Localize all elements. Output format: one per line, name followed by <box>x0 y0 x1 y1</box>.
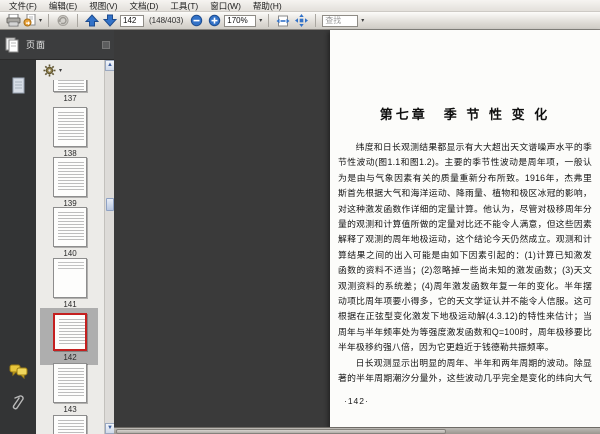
previous-page-button[interactable] <box>84 13 100 29</box>
toolbar-separator <box>315 14 317 27</box>
thumbnail-page-138[interactable]: 138 <box>36 107 104 158</box>
printed-page-number: ·142· <box>344 396 369 406</box>
toolbar-separator <box>77 14 79 27</box>
toolbar: ▾ 142 (148/403) 170% ▾ 查找 ▾ <box>0 12 600 30</box>
arrow-down-icon <box>103 14 118 27</box>
thumbnail-page-143[interactable]: 143 <box>36 363 104 414</box>
find-input[interactable] <box>322 14 359 27</box>
thumbnail-page-142-selected[interactable]: 142 <box>36 308 104 365</box>
document-page[interactable]: 第七章 季 节 性 变 化 纬度和日长观测结果都显示有大大超出天文谱噪声水平的季… <box>330 30 600 427</box>
zoom-in-button[interactable] <box>206 13 222 29</box>
thumbnail-label: 137 <box>63 94 77 103</box>
menu-view[interactable]: 视图(V) <box>83 0 123 12</box>
scroll-up-arrow-icon[interactable]: ▲ <box>105 60 114 71</box>
horizontal-scrollbar[interactable] <box>114 427 600 434</box>
chapter-title: 第七章 季 节 性 变 化 <box>379 107 551 122</box>
find-dropdown-caret-icon[interactable]: ▾ <box>361 17 364 24</box>
print-button[interactable] <box>5 13 21 29</box>
page-number-input[interactable] <box>120 14 145 27</box>
sidebar-tab-pages[interactable] <box>6 74 30 96</box>
menu-window[interactable]: 窗口(W) <box>204 0 247 12</box>
paragraph: 日长观测显示出明显的周年、半年和两年周期的波动。除显著的半年周期潮汐分量外，这些… <box>338 357 592 384</box>
thumbnail-label: 143 <box>63 405 77 414</box>
scrollbar-thumb[interactable] <box>106 198 114 211</box>
page-position-label: (148/403) <box>149 16 184 25</box>
thumbnail-image <box>53 258 87 298</box>
thumbnail-image <box>53 415 87 434</box>
thumbnail-options-row: ▾ <box>36 60 104 80</box>
zoom-level-box[interactable]: 170% <box>224 14 257 27</box>
thumbnail-image <box>53 157 87 197</box>
thumbnail-label: 142 <box>63 353 77 362</box>
paperclip-icon <box>11 394 25 412</box>
pages-panel-title: 页面 <box>26 40 47 50</box>
sidebar-panel-header: 页面 <box>0 30 114 60</box>
document-viewer: 第七章 季 节 性 变 化 纬度和日长观测结果都显示有大大超出天文谱噪声水平的季… <box>114 30 600 434</box>
page-body-text: 纬度和日长观测结果都显示有大大超出天文谱噪声水平的季节性波动(图1.1和图1.2… <box>338 140 592 387</box>
menu-help[interactable]: 帮助(H) <box>247 0 288 12</box>
thumbnail-label: 140 <box>63 249 77 258</box>
full-screen-button[interactable] <box>293 13 309 29</box>
thumbnail-image <box>53 107 87 147</box>
previous-view-icon <box>56 14 70 27</box>
menu-document[interactable]: 文档(D) <box>124 0 165 12</box>
next-page-button[interactable] <box>102 13 118 29</box>
menu-file[interactable]: 文件(F) <box>3 0 43 12</box>
printer-icon <box>6 14 21 27</box>
fit-width-button[interactable] <box>275 13 291 29</box>
paragraph: 纬度和日长观测结果都显示有大大超出天文谱噪声水平的季节性波动(图1.1和图1.2… <box>338 142 592 353</box>
arrow-up-icon <box>85 14 100 27</box>
thumbnail-page-139[interactable]: 139 <box>36 157 104 208</box>
comments-icon <box>9 364 28 379</box>
thumbnail-image <box>53 363 87 403</box>
toolbar-separator <box>268 14 270 27</box>
thumbnail-scrollbar[interactable]: ▲ ▼ <box>104 60 114 434</box>
scroll-down-arrow-icon[interactable]: ▼ <box>105 423 114 434</box>
page-thumbnail-icon <box>11 77 26 94</box>
export-document-icon <box>23 14 38 27</box>
menu-tools[interactable]: 工具(T) <box>164 0 204 12</box>
options-caret-icon[interactable]: ▾ <box>59 67 62 74</box>
panel-options-button[interactable] <box>102 40 110 49</box>
pages-panel-icon <box>4 37 20 53</box>
previous-view-button-disabled[interactable] <box>55 13 71 29</box>
menu-edit[interactable]: 编辑(E) <box>43 0 83 12</box>
menu-bar: 文件(F) 编辑(E) 视图(V) 文档(D) 工具(T) 窗口(W) 帮助(H… <box>0 0 600 12</box>
chevron-down-icon: ▾ <box>39 18 43 24</box>
thumbnail-image <box>53 313 87 351</box>
sidebar-tab-comments[interactable] <box>6 360 30 382</box>
zoom-out-button[interactable] <box>188 13 204 29</box>
thumbnail-page-140[interactable]: 140 <box>36 207 104 258</box>
toolbar-separator <box>48 14 50 27</box>
page-thumbnails-panel: ▾ 137 138 139 140 141 142 143 ▲ ▼ <box>36 60 114 434</box>
options-gear-icon[interactable] <box>43 64 56 77</box>
zoom-in-icon <box>208 14 221 27</box>
thumbnail-image <box>53 207 87 247</box>
sidebar-tab-attachments[interactable] <box>6 392 30 414</box>
thumbnail-page-141[interactable]: 141 <box>36 258 104 309</box>
horizontal-scrollbar-thumb[interactable] <box>116 429 446 434</box>
export-button[interactable]: ▾ <box>23 13 42 29</box>
navigation-tab-strip <box>0 60 36 434</box>
zoom-out-icon <box>190 14 203 27</box>
fit-width-icon <box>276 15 290 27</box>
thumbnail-partial[interactable] <box>36 415 104 434</box>
pdf-viewer-window: 文件(F) 编辑(E) 视图(V) 文档(D) 工具(T) 窗口(W) 帮助(H… <box>0 0 600 434</box>
full-screen-icon <box>294 14 308 27</box>
zoom-dropdown-caret-icon[interactable]: ▾ <box>259 17 262 24</box>
